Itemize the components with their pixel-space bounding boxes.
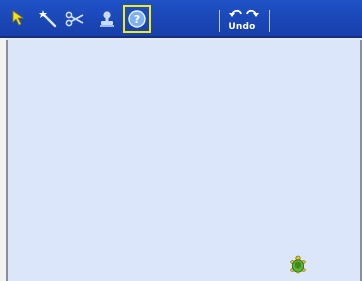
magic-wand-icon [39,10,57,28]
toolbar: ? Undo [0,0,362,38]
turtle-icon [290,255,306,275]
undo-button[interactable]: Undo [224,22,260,32]
toolbar-separator [269,10,270,32]
help-icon: ? [128,10,146,28]
arrow-pointer-tool[interactable] [9,8,31,30]
undo-redo-group: Undo [224,8,266,34]
svg-text:?: ? [134,13,140,26]
undo-icon[interactable] [229,9,242,17]
toolbar-separator [219,10,220,32]
undo-redo-arrows [229,9,259,17]
stamp-icon [100,11,114,27]
app-window: ? Undo [0,0,362,281]
help-tool[interactable]: ? [123,5,151,33]
redo-icon[interactable] [246,9,259,17]
arrow-pointer-icon [12,10,25,26]
magic-wand-tool[interactable] [37,8,59,30]
scissors-icon [65,11,84,27]
stamp-tool[interactable] [96,8,118,30]
drawing-canvas[interactable] [6,40,362,281]
turtle-sprite[interactable] [288,255,308,275]
scissors-tool[interactable] [64,8,86,30]
